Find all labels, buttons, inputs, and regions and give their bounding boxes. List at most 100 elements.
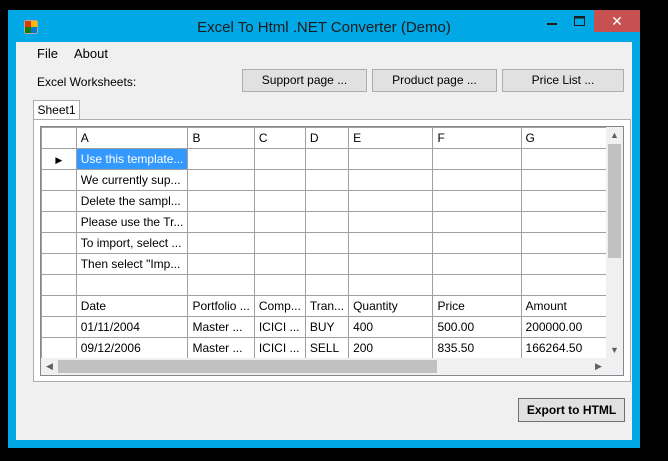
grid-cell[interactable]: [348, 232, 434, 254]
grid-cell[interactable]: Master ...: [187, 316, 255, 338]
vertical-scrollbar[interactable]: ▲ ▼: [606, 127, 623, 359]
grid-cell[interactable]: 200: [348, 337, 434, 359]
scroll-up-icon[interactable]: ▲: [606, 127, 623, 144]
grid-cell[interactable]: [304, 232, 350, 254]
grid-cell[interactable]: Comp...: [253, 295, 306, 317]
minimize-button[interactable]: [538, 10, 566, 32]
horizontal-scroll-thumb[interactable]: [58, 360, 437, 373]
grid-cell[interactable]: 166264.50: [520, 337, 607, 359]
grid-cell[interactable]: [187, 190, 255, 212]
horizontal-scrollbar[interactable]: ◀ ▶: [41, 358, 607, 375]
grid-cell[interactable]: [304, 148, 350, 170]
grid-cell[interactable]: Delete the sampl...: [75, 190, 189, 212]
grid-cell[interactable]: Please use the Tr...: [75, 211, 189, 233]
row-header[interactable]: [41, 169, 77, 191]
grid-cell[interactable]: Then select "Imp...: [75, 253, 189, 275]
grid-cell[interactable]: [348, 190, 434, 212]
grid-cell[interactable]: [253, 232, 306, 254]
row-header[interactable]: [41, 337, 77, 359]
grid-cell[interactable]: [187, 211, 255, 233]
row-header[interactable]: [41, 274, 77, 296]
row-header[interactable]: [41, 253, 77, 275]
grid-cell[interactable]: [348, 148, 434, 170]
grid-cell[interactable]: [187, 232, 255, 254]
row-header[interactable]: [41, 190, 77, 212]
grid-cell[interactable]: 835.50: [432, 337, 522, 359]
grid-corner-cell[interactable]: [41, 127, 77, 149]
column-header-g[interactable]: G: [520, 127, 607, 149]
grid-cell[interactable]: [304, 253, 350, 275]
title-bar[interactable]: Excel To Html .NET Converter (Demo) ✕: [8, 10, 640, 42]
grid-cell[interactable]: [253, 253, 306, 275]
grid-cell[interactable]: [253, 274, 306, 296]
price-list-button[interactable]: Price List ...: [502, 69, 624, 92]
grid-cell[interactable]: [432, 169, 522, 191]
row-header[interactable]: [41, 295, 77, 317]
row-header[interactable]: [41, 232, 77, 254]
grid-cell[interactable]: Use this template...: [75, 148, 189, 170]
grid-cell[interactable]: [348, 211, 434, 233]
grid-cell[interactable]: [253, 148, 306, 170]
grid-cell[interactable]: [520, 274, 607, 296]
column-header-a[interactable]: A: [75, 127, 189, 149]
grid-cell[interactable]: To import, select ...: [75, 232, 189, 254]
scroll-left-icon[interactable]: ◀: [41, 358, 58, 375]
grid-cell[interactable]: Date: [75, 295, 189, 317]
vertical-scroll-thumb[interactable]: [608, 144, 621, 258]
grid-cell[interactable]: [187, 169, 255, 191]
row-header[interactable]: [41, 316, 77, 338]
grid-cell[interactable]: [187, 274, 255, 296]
grid-cell[interactable]: [187, 253, 255, 275]
grid-cell[interactable]: [348, 274, 434, 296]
grid-cell[interactable]: [520, 211, 607, 233]
grid-cell[interactable]: Master ...: [187, 337, 255, 359]
grid-cell[interactable]: 09/12/2006: [75, 337, 189, 359]
grid-cell[interactable]: Portfolio ...: [187, 295, 255, 317]
grid-cell[interactable]: SELL: [304, 337, 350, 359]
grid-cell[interactable]: [253, 211, 306, 233]
row-header[interactable]: ▶: [41, 148, 77, 170]
grid-cell[interactable]: Quantity: [348, 295, 434, 317]
grid-cell[interactable]: [520, 148, 607, 170]
support-page-button[interactable]: Support page ...: [242, 69, 367, 92]
row-header[interactable]: [41, 211, 77, 233]
column-header-d[interactable]: D: [304, 127, 350, 149]
grid-cell[interactable]: [520, 232, 607, 254]
grid-cell[interactable]: [304, 169, 350, 191]
close-button[interactable]: ✕: [594, 10, 640, 32]
grid-cell[interactable]: Amount: [520, 295, 607, 317]
grid-cell[interactable]: [348, 253, 434, 275]
grid-cell[interactable]: BUY: [304, 316, 350, 338]
grid-cell[interactable]: 400: [348, 316, 434, 338]
grid-cell[interactable]: [432, 190, 522, 212]
grid-cell[interactable]: [520, 253, 607, 275]
grid-cell[interactable]: Tran...: [304, 295, 350, 317]
scroll-down-icon[interactable]: ▼: [606, 342, 623, 359]
grid-cell[interactable]: [432, 232, 522, 254]
grid-cell[interactable]: [432, 148, 522, 170]
grid-cell[interactable]: [348, 169, 434, 191]
grid-cell[interactable]: We currently sup...: [75, 169, 189, 191]
grid-cell[interactable]: ICICI ...: [253, 337, 306, 359]
grid-cell[interactable]: Price: [432, 295, 522, 317]
grid-cell[interactable]: [304, 190, 350, 212]
tab-sheet1[interactable]: Sheet1: [33, 100, 80, 120]
grid-cell[interactable]: [187, 148, 255, 170]
data-grid[interactable]: A B C D E F G ▶ Use this template... We currently…: [40, 126, 624, 376]
grid-cell[interactable]: [304, 211, 350, 233]
grid-cell[interactable]: 500.00: [432, 316, 522, 338]
scroll-right-icon[interactable]: ▶: [590, 358, 607, 375]
grid-cell[interactable]: [520, 169, 607, 191]
grid-cell[interactable]: [304, 274, 350, 296]
grid-cell[interactable]: [253, 169, 306, 191]
menu-file[interactable]: File: [37, 46, 58, 61]
grid-cell[interactable]: [253, 190, 306, 212]
grid-cell[interactable]: 01/11/2004: [75, 316, 189, 338]
column-header-f[interactable]: F: [432, 127, 522, 149]
grid-cell[interactable]: [432, 274, 522, 296]
column-header-c[interactable]: C: [253, 127, 306, 149]
maximize-button[interactable]: [566, 10, 594, 32]
grid-cell[interactable]: [75, 274, 189, 296]
grid-cell[interactable]: [432, 211, 522, 233]
menu-about[interactable]: About: [74, 46, 108, 61]
